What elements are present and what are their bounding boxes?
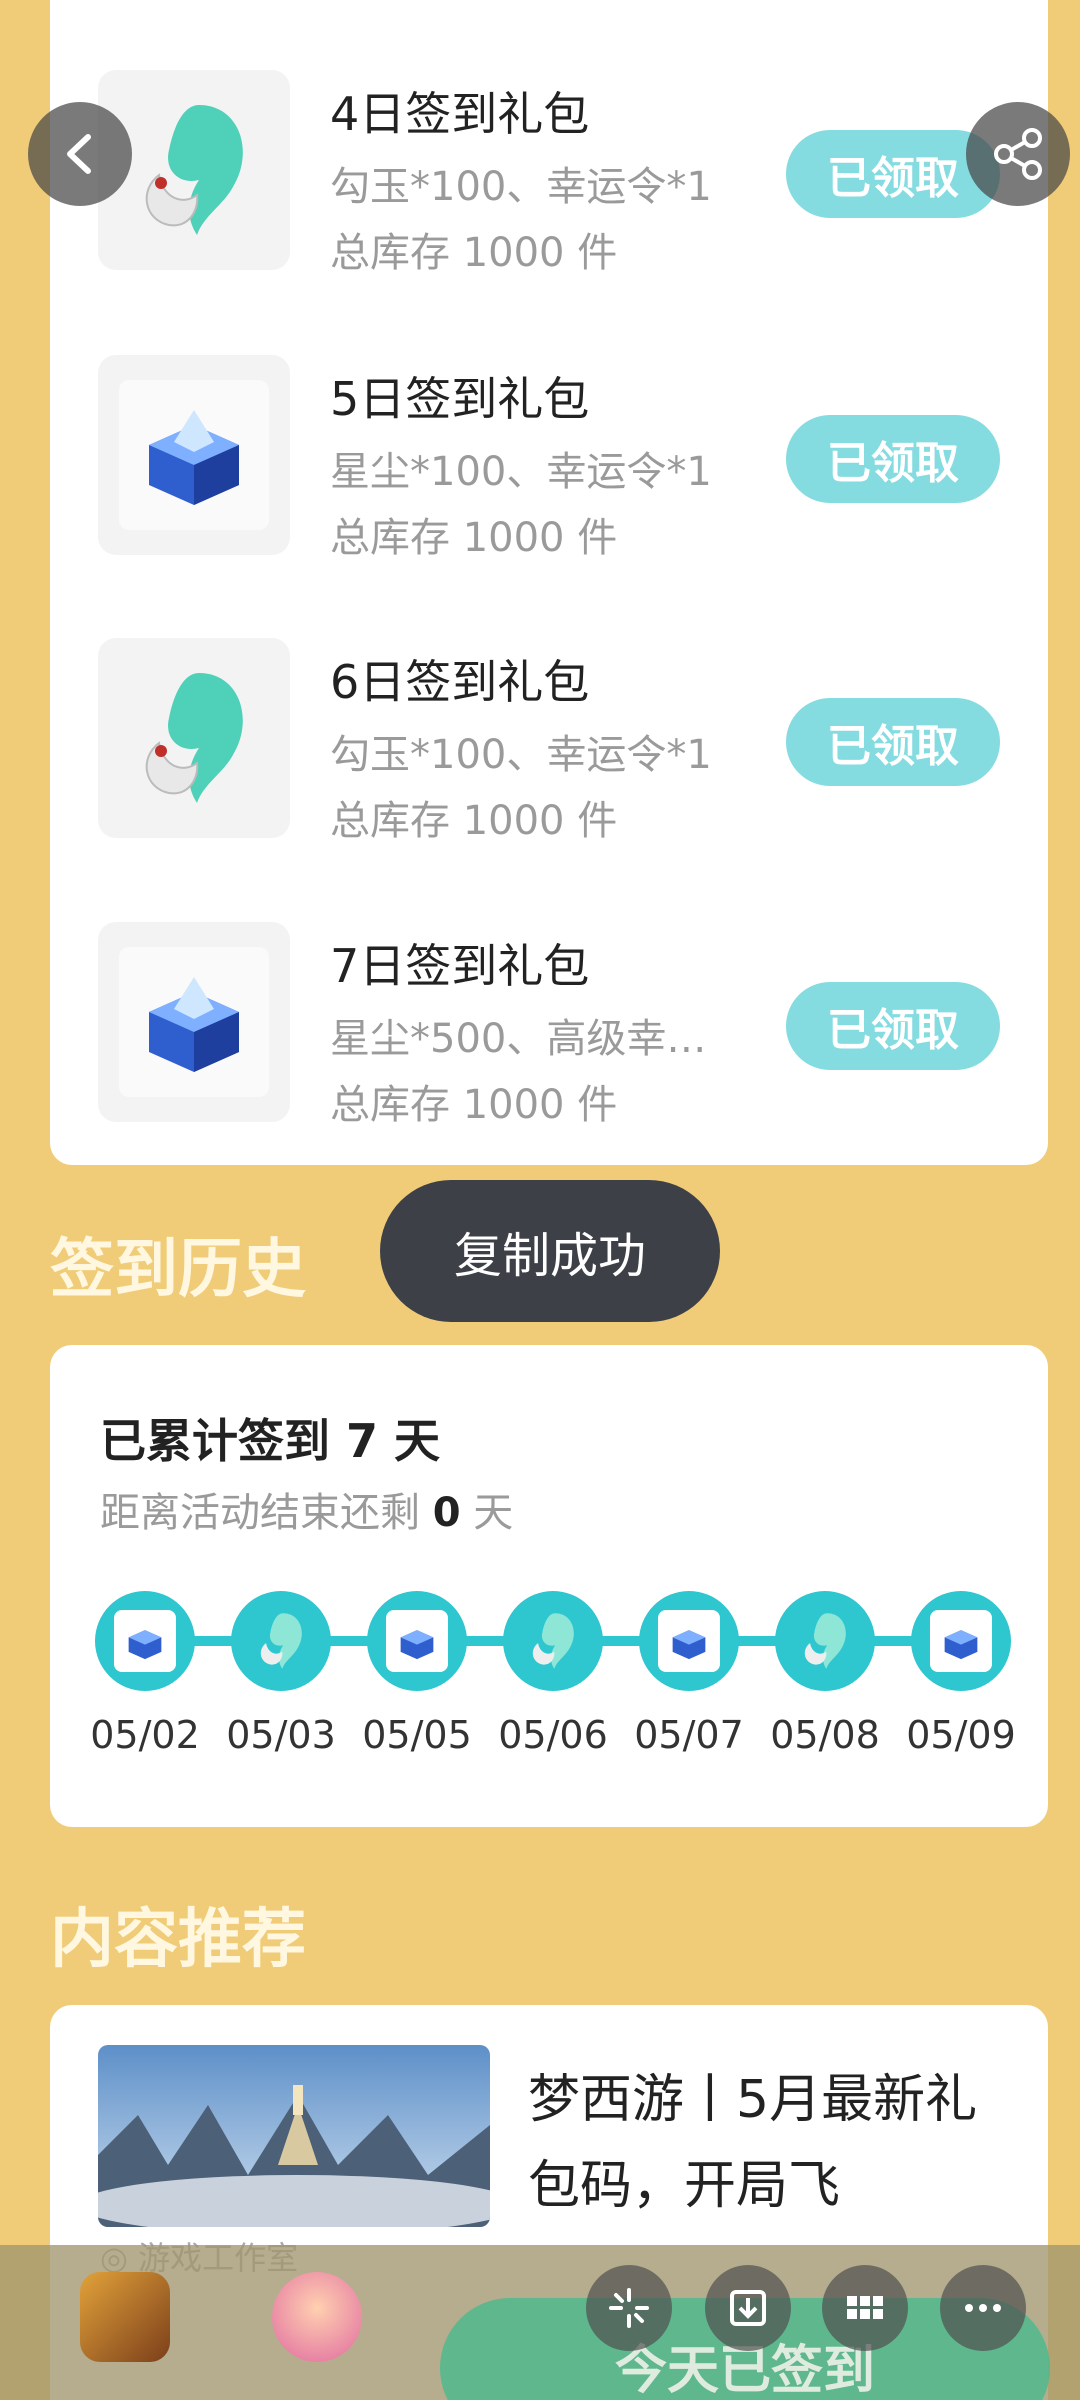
- day-date-label: 05/05: [362, 1713, 472, 1757]
- jade-magatama-icon: [532, 1613, 574, 1669]
- grid-button[interactable]: [822, 2265, 908, 2351]
- day-date-label: 05/07: [634, 1713, 744, 1757]
- toast-message: 复制成功: [380, 1180, 720, 1322]
- more-icon: [965, 2304, 1001, 2312]
- day-date-label: 05/03: [226, 1713, 336, 1757]
- recommend-section-title: 内容推荐: [50, 1903, 306, 1977]
- grid-icon: [847, 2296, 883, 2319]
- claimed-button[interactable]: 已领取: [786, 698, 1000, 786]
- jade-magatama-icon: [145, 673, 243, 803]
- back-button[interactable]: [28, 102, 132, 206]
- gift-desc: 勾玉*100、幸运令*1: [330, 732, 712, 778]
- gift-desc: 星尘*100、幸运令*1: [330, 449, 712, 495]
- gift-stock: 总库存 1000 件: [330, 515, 618, 561]
- day-node: [639, 1591, 739, 1691]
- gift-desc: 星尘*500、高级幸…: [330, 1016, 707, 1062]
- day-node: [367, 1591, 467, 1691]
- gift-stock: 总库存 1000 件: [330, 1082, 618, 1128]
- day-date-label: 05/09: [906, 1713, 1016, 1757]
- chevron-left-icon: [67, 134, 91, 174]
- gift-title: 5日签到礼包: [330, 372, 590, 426]
- history-card: 已累计签到 7 天 距离活动结束还剩 0 天 05/02 05/03 05/05…: [50, 1345, 1048, 1827]
- blue-crystal-chest-icon: [149, 410, 239, 505]
- gift-stock: 总库存 1000 件: [330, 230, 618, 276]
- gift-thumb: [98, 922, 290, 1122]
- day-node: [775, 1591, 875, 1691]
- total-signin-days: 已累计签到 7 天: [100, 1405, 440, 1471]
- day-date-label: 05/06: [498, 1713, 608, 1757]
- gift-thumb: [98, 355, 290, 555]
- gift-thumb: [98, 638, 290, 838]
- avatar[interactable]: [272, 2272, 362, 2362]
- remaining-days: 距离活动结束还剩 0 天: [100, 1480, 513, 1538]
- gift-row: 6日签到礼包 勾玉*100、幸运令*1 总库存 1000 件 已领取: [50, 638, 1048, 868]
- day-node: [231, 1591, 331, 1691]
- gift-title: 7日签到礼包: [330, 939, 590, 993]
- gift-row: 4日签到礼包 勾玉*100、幸运令*1 总库存 1000 件 已领取: [50, 70, 1048, 300]
- day-node: [95, 1591, 195, 1691]
- day-node: [503, 1591, 603, 1691]
- gift-row: 5日签到礼包 星尘*100、幸运令*1 总库存 1000 件 已领取: [50, 355, 1048, 585]
- remain-suffix: 天: [460, 1490, 514, 1536]
- total-prefix: 已累计签到: [100, 1414, 347, 1468]
- article-title: 梦西游丨5月最新礼包码，开局飞: [528, 2070, 978, 2216]
- jade-magatama-icon: [804, 1613, 846, 1669]
- gift-desc: 勾玉*100、幸运令*1: [330, 164, 712, 210]
- gift-stock: 总库存 1000 件: [330, 798, 618, 844]
- claimed-button[interactable]: 已领取: [786, 415, 1000, 503]
- claimed-button[interactable]: 已领取: [786, 982, 1000, 1070]
- download-icon: [730, 2290, 766, 2326]
- more-button[interactable]: [940, 2265, 1026, 2351]
- sparkle-icon: [609, 2288, 649, 2328]
- total-suffix: 天: [378, 1414, 441, 1468]
- blue-crystal-chest-icon: [944, 1630, 978, 1660]
- gift-list-card: 4日签到礼包 勾玉*100、幸运令*1 总库存 1000 件 已领取 5日签到礼…: [50, 0, 1048, 1165]
- article-thumbnail: [98, 2045, 490, 2227]
- game-app-icon[interactable]: [80, 2272, 170, 2362]
- blue-crystal-chest-icon: [128, 1630, 162, 1660]
- blue-crystal-chest-icon: [400, 1630, 434, 1660]
- blue-crystal-chest-icon: [149, 977, 239, 1072]
- download-button[interactable]: [705, 2265, 791, 2351]
- total-days-value: 7: [346, 1414, 379, 1468]
- blue-crystal-chest-icon: [672, 1630, 706, 1660]
- gift-title: 4日签到礼包: [330, 87, 590, 141]
- day-date-label: 05/08: [770, 1713, 880, 1757]
- share-icon: [994, 128, 1042, 180]
- remain-days-value: 0: [432, 1490, 461, 1536]
- gift-row: 7日签到礼包 星尘*500、高级幸… 总库存 1000 件 已领取: [50, 922, 1048, 1152]
- jade-magatama-icon: [145, 105, 243, 235]
- share-button[interactable]: [966, 102, 1070, 206]
- history-section-title: 签到历史: [50, 1233, 306, 1307]
- jade-magatama-icon: [260, 1613, 302, 1669]
- day-date-label: 05/02: [90, 1713, 200, 1757]
- gift-title: 6日签到礼包: [330, 655, 590, 709]
- remain-prefix: 距离活动结束还剩: [100, 1490, 433, 1536]
- sparkle-button[interactable]: [586, 2265, 672, 2351]
- day-node: [911, 1591, 1011, 1691]
